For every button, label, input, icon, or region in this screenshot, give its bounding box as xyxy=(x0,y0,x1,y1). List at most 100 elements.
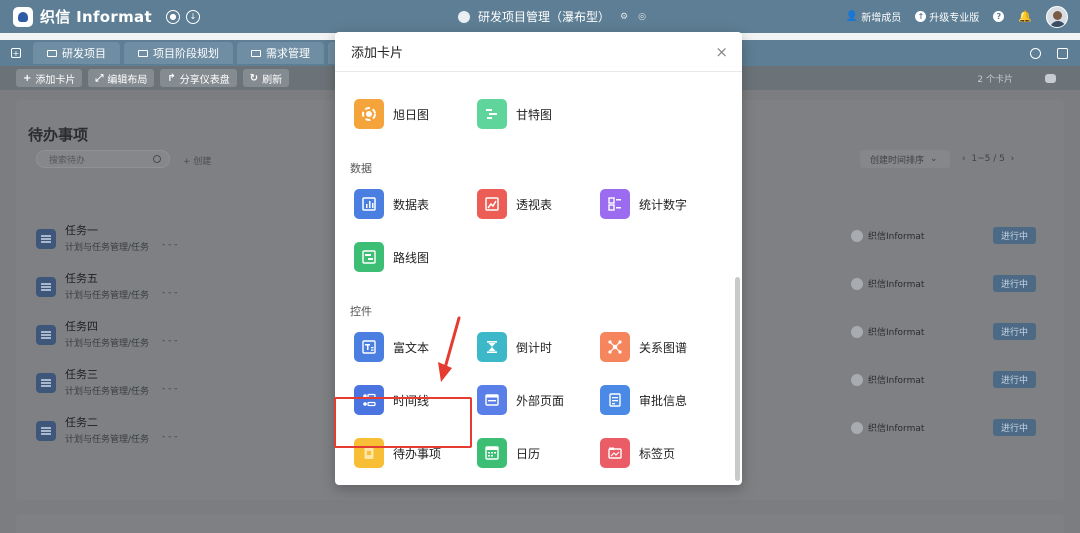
sort-select[interactable]: 创建时间排序 ⌄ xyxy=(860,150,950,168)
card-type-label: 日历 xyxy=(516,446,541,461)
prev-page-icon[interactable]: ‹ xyxy=(962,154,966,164)
card-type-label: 路线图 xyxy=(393,250,430,265)
new-member-button[interactable]: 👤 新增成员 xyxy=(846,9,901,24)
next-card xyxy=(16,514,1064,533)
share-dashboard-button[interactable]: ↱ 分享仪表盘 xyxy=(160,69,237,87)
dialog-title: 添加卡片 xyxy=(351,46,404,61)
task-date: - - - xyxy=(162,240,178,250)
download-icon[interactable]: ↓ xyxy=(185,9,200,24)
card-type-approval[interactable]: 审批信息 xyxy=(600,384,712,416)
card-type-statistic[interactable]: 统计数字 xyxy=(600,188,712,220)
owner-name: 织信Informat xyxy=(868,280,925,290)
roadmap-icon xyxy=(354,242,384,272)
task-owner: 织信Informat xyxy=(851,229,924,242)
pagination: ‹ 1~5 / 5 › xyxy=(962,154,1014,164)
card-type-relation-graph[interactable]: 关系图谱 xyxy=(600,331,712,363)
owner-name: 织信Informat xyxy=(868,424,925,434)
search-icon[interactable] xyxy=(1030,47,1041,59)
card-type-label: 外部页面 xyxy=(516,393,565,408)
task-icon xyxy=(36,325,56,345)
dialog-scrollbar[interactable] xyxy=(735,277,740,481)
task-date: - - - xyxy=(162,336,178,346)
top-bar: 织信 Informat ● ↓ 研发项目管理（瀑布型） ⚙ ◎ 👤 新增成员 ↑… xyxy=(0,0,1080,33)
task-owner: 织信Informat xyxy=(851,373,924,386)
task-icon xyxy=(36,229,56,249)
status-badge: 进行中 xyxy=(993,227,1036,244)
tab-requirements[interactable]: 需求管理 xyxy=(237,42,324,64)
close-icon[interactable]: × xyxy=(715,43,728,61)
card-type-label: 标签页 xyxy=(639,446,676,461)
avatar[interactable] xyxy=(1046,5,1068,28)
card-type-pivot-table[interactable]: 透视表 xyxy=(477,188,589,220)
task-title: 任务三 xyxy=(65,368,98,381)
task-path: 计划与任务管理/任务 xyxy=(65,291,150,301)
owner-avatar xyxy=(851,325,863,338)
settings-icon[interactable]: ⚙ xyxy=(620,12,628,22)
task-owner: 织信Informat xyxy=(851,421,924,434)
countdown-icon xyxy=(477,332,507,362)
help-icon: ? xyxy=(993,11,1005,22)
add-card-label: 添加卡片 xyxy=(35,74,76,86)
card-type-data-table[interactable]: 数据表 xyxy=(354,188,466,220)
tab-rd-project[interactable]: 研发项目 xyxy=(33,42,120,64)
section-heading: 控件 xyxy=(350,305,372,318)
notification-button[interactable]: 🔔 xyxy=(1018,10,1032,23)
sort-label: 创建时间排序 xyxy=(870,155,925,166)
owner-avatar xyxy=(851,229,863,242)
card-type-external-page[interactable]: 外部页面 xyxy=(477,384,589,416)
next-page-icon[interactable]: › xyxy=(1011,154,1015,164)
add-tab-icon[interactable]: + xyxy=(11,48,21,58)
tab-label: 项目阶段规划 xyxy=(153,47,219,60)
card-type-roadmap[interactable]: 路线图 xyxy=(354,241,466,273)
page-title[interactable]: 研发项目管理（瀑布型） xyxy=(478,8,610,25)
task-path: 计划与任务管理/任务 xyxy=(65,243,150,253)
help-button[interactable]: ? xyxy=(993,11,1005,22)
tab-bar-actions xyxy=(1014,40,1068,66)
app-logo-icon[interactable] xyxy=(13,6,33,27)
comment-icon[interactable] xyxy=(1045,73,1056,83)
info-icon[interactable]: ◎ xyxy=(638,12,646,22)
card-type-label: 关系图谱 xyxy=(639,340,688,355)
user-switch-icon[interactable]: ● xyxy=(165,9,180,24)
task-icon xyxy=(36,373,56,393)
status-badge: 进行中 xyxy=(993,371,1036,388)
card-type-tabs-page[interactable]: 标签页 xyxy=(600,437,712,469)
gantt-icon xyxy=(477,99,507,129)
task-owner: 织信Informat xyxy=(851,277,924,290)
owner-name: 织信Informat xyxy=(868,328,925,338)
card-type-gantt[interactable]: 甘特图 xyxy=(477,98,589,130)
search-placeholder: 搜索待办 xyxy=(49,155,86,166)
task-owner: 织信Informat xyxy=(851,325,924,338)
task-title: 任务五 xyxy=(65,272,98,285)
edit-layout-button[interactable]: ⤢ 编辑布局 xyxy=(88,69,155,87)
card-type-label: 倒计时 xyxy=(516,340,553,355)
tab-phase-plan[interactable]: 项目阶段规划 xyxy=(124,42,233,64)
chevron-down-icon: ⌄ xyxy=(930,154,938,164)
tabs-page-icon xyxy=(600,438,630,468)
card-count: 2 个卡片 xyxy=(977,74,1013,85)
upgrade-button[interactable]: ↑ 升级专业版 xyxy=(915,9,979,24)
window-icon[interactable] xyxy=(1057,47,1068,59)
card-type-countdown[interactable]: 倒计时 xyxy=(477,331,589,363)
card-type-label: 审批信息 xyxy=(639,393,688,408)
upgrade-label: 升级专业版 xyxy=(929,13,980,24)
card-type-sunburst[interactable]: 旭日图 xyxy=(354,98,466,130)
toolbar-right: 2 个卡片 xyxy=(977,66,1056,90)
refresh-button[interactable]: ↻ 刷新 xyxy=(242,69,290,87)
approval-icon xyxy=(600,385,630,415)
card-type-label: 透视表 xyxy=(516,197,553,212)
page-range: 1~5 / 5 xyxy=(971,154,1005,164)
add-card-button[interactable]: + 添加卡片 xyxy=(16,69,83,87)
plus-icon: + xyxy=(23,72,32,84)
task-path: 计划与任务管理/任务 xyxy=(65,387,150,397)
card-type-label: 富文本 xyxy=(393,340,430,355)
search-input[interactable]: 搜索待办 xyxy=(36,150,170,168)
task-path: 计划与任务管理/任务 xyxy=(65,339,150,349)
section-heading: 数据 xyxy=(350,162,372,175)
task-date: - - - xyxy=(162,384,178,394)
task-title: 任务一 xyxy=(65,224,98,237)
upgrade-icon: ↑ xyxy=(915,11,927,22)
search-icon xyxy=(153,155,161,163)
card-type-calendar[interactable]: 日历 xyxy=(477,437,589,469)
create-button[interactable]: + 创建 xyxy=(183,154,211,167)
